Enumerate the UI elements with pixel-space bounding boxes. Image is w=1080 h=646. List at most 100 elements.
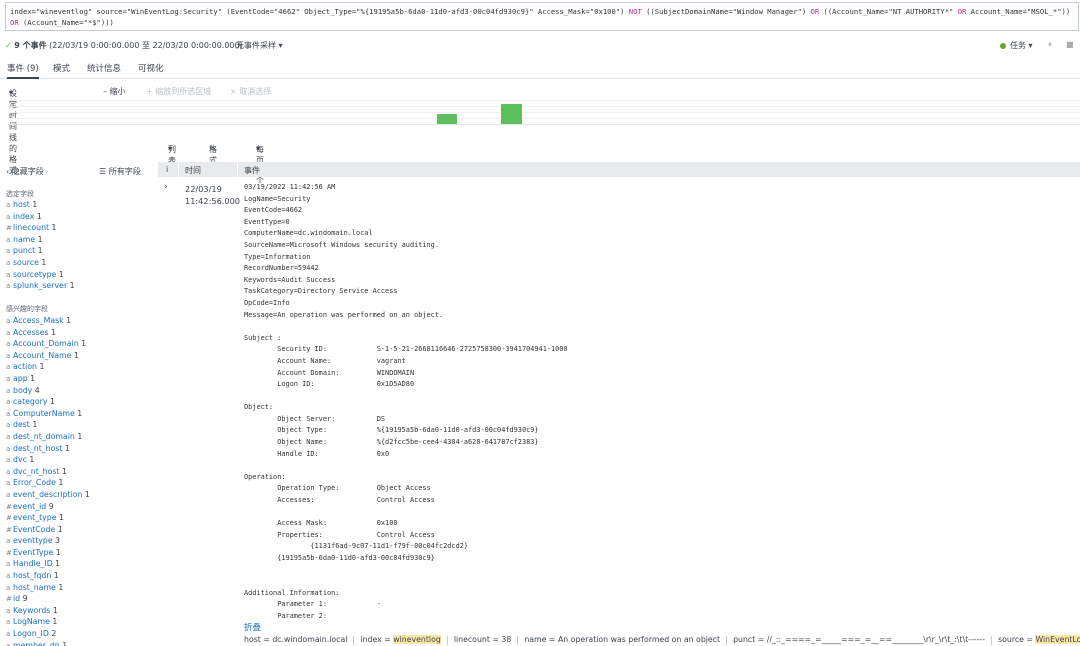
field-item-event-type[interactable]: #event_type 1 bbox=[6, 512, 90, 524]
string-field-icon: a bbox=[6, 456, 11, 465]
field-item-account-domain[interactable]: a Account_Domain 1 bbox=[6, 338, 90, 350]
timeline-chart[interactable] bbox=[8, 100, 1080, 126]
tab-patterns[interactable]: 模式 bbox=[53, 62, 70, 74]
sampling-dropdown[interactable]: 无事件采样 ▾ bbox=[236, 40, 283, 51]
zoom-to-selection-button[interactable]: + 缩放到所选区域 bbox=[146, 86, 211, 97]
field-item-account-name[interactable]: a Account_Name 1 bbox=[6, 350, 90, 362]
pause-icon[interactable]: ⏸ bbox=[1048, 40, 1052, 50]
field-item-punct[interactable]: a punct 1 bbox=[6, 245, 75, 257]
search-term: index="wineventlog" source="WinEventLog:… bbox=[10, 7, 629, 16]
field-item-sourcetype[interactable]: a sourcetype 1 bbox=[6, 269, 75, 281]
all-fields-button[interactable]: ☰ 所有字段 bbox=[99, 166, 141, 177]
search-operator: OR bbox=[810, 7, 820, 16]
tab-statistics[interactable]: 统计信息 bbox=[87, 62, 121, 74]
search-bar[interactable]: index="wineventlog" source="WinEventLog:… bbox=[5, 2, 1079, 31]
hide-fields-button[interactable]: ‹ 隐藏字段 bbox=[6, 166, 44, 177]
field-item-keywords[interactable]: a Keywords 1 bbox=[6, 605, 90, 617]
field-item-splunk-server[interactable]: a splunk_server 1 bbox=[6, 280, 75, 292]
expand-chevron-icon[interactable]: › bbox=[164, 182, 168, 192]
field-item-id[interactable]: #id 9 bbox=[6, 593, 90, 605]
field-item-app[interactable]: a app 1 bbox=[6, 373, 90, 385]
deselect-button[interactable]: × 取消选择 bbox=[230, 86, 271, 97]
field-name: dest bbox=[13, 420, 30, 430]
field-item-linecount[interactable]: #linecount 1 bbox=[6, 222, 75, 234]
numeric-field-icon: # bbox=[6, 514, 12, 523]
field-value[interactable]: dc.windomain.local bbox=[272, 635, 347, 644]
field-item-dvc[interactable]: a dvc 1 bbox=[6, 454, 90, 466]
field-item-logname[interactable]: a LogName 1 bbox=[6, 616, 90, 628]
field-item-dest[interactable]: a dest 1 bbox=[6, 419, 90, 431]
event-field-summary: host = dc.windomain.local index = wineven… bbox=[244, 635, 1080, 646]
caret-down-icon: ▾ bbox=[9, 88, 14, 97]
field-item-name[interactable]: a name 1 bbox=[6, 234, 75, 246]
field-item-error-code[interactable]: a Error_Code 1 bbox=[6, 477, 90, 489]
field-count: 1 bbox=[63, 316, 72, 325]
job-dropdown[interactable]: 任务 ▾ bbox=[1000, 40, 1033, 51]
col-event-header: 事件 bbox=[244, 166, 260, 175]
zoom-out-button[interactable]: – 缩小 bbox=[103, 86, 126, 97]
timeline-bar[interactable] bbox=[436, 114, 458, 124]
tab-visualization[interactable]: 可视化 bbox=[138, 62, 164, 74]
list-icon: ☰ bbox=[99, 167, 107, 176]
field-item-source[interactable]: a source 1 bbox=[6, 257, 75, 269]
field-item-member-dn[interactable]: a member_dn 1 bbox=[6, 640, 90, 646]
column-divider bbox=[178, 162, 179, 177]
field-count: 1 bbox=[56, 269, 64, 279]
field-item-dvc-nt-host[interactable]: a dvc_nt_host 1 bbox=[6, 466, 90, 478]
field-value[interactable]: wineventlog bbox=[393, 635, 441, 644]
tab-events[interactable]: 事件 (9) bbox=[7, 62, 39, 79]
event-clock: 11:42:56.000 bbox=[185, 196, 241, 206]
field-count: 1 bbox=[47, 397, 55, 407]
field-item-host-name[interactable]: a host_name 1 bbox=[6, 582, 90, 594]
field-item-index[interactable]: a index 1 bbox=[6, 211, 75, 223]
field-name: dest_nt_host bbox=[13, 443, 63, 453]
field-item-access-mask[interactable]: a Access_Mask 1 bbox=[6, 315, 90, 327]
search-query[interactable]: index="wineventlog" source="WinEventLog:… bbox=[10, 6, 1074, 28]
field-equals: = bbox=[260, 635, 273, 644]
stop-icon[interactable]: ■ bbox=[1066, 40, 1074, 49]
field-item-action[interactable]: a action 1 bbox=[6, 361, 90, 373]
field-item-logon-id[interactable]: a Logon_ID 2 bbox=[6, 628, 90, 640]
search-status-row: ✓ 9 个事件 (22/03/19 0:00:00.000 至 22/03/20… bbox=[0, 36, 1080, 54]
field-value[interactable]: 38 bbox=[501, 635, 511, 644]
field-count: 1 bbox=[27, 373, 36, 383]
event-time[interactable]: 22/03/19 11:42:56.000 bbox=[185, 183, 240, 207]
field-value[interactable]: An operation was performed on an object bbox=[558, 635, 720, 644]
field-item-eventcode[interactable]: #EventCode 1 bbox=[6, 524, 90, 536]
field-value[interactable]: //_::_====_=_____===_=__==________\r\r_\… bbox=[767, 635, 985, 644]
timeline-gridline bbox=[8, 118, 1080, 119]
field-equals: = bbox=[1023, 635, 1036, 644]
field-item-handle-id[interactable]: a Handle_ID 1 bbox=[6, 558, 90, 570]
field-item-dest-nt-host[interactable]: a dest_nt_host 1 bbox=[6, 443, 90, 455]
field-name: event_id bbox=[13, 501, 47, 511]
field-count: 1 bbox=[38, 257, 47, 267]
field-item-host-fqdn[interactable]: a host_fqdn 1 bbox=[6, 570, 90, 582]
field-item-accesses[interactable]: a Accesses 1 bbox=[6, 327, 90, 339]
caret-down-icon: ▾ bbox=[256, 144, 261, 153]
col-time-header[interactable]: 时间 bbox=[185, 165, 201, 176]
field-item-body[interactable]: a body 4 bbox=[6, 385, 90, 397]
field-count: 1 bbox=[62, 443, 70, 453]
field-item-dest-nt-domain[interactable]: a dest_nt_domain 1 bbox=[6, 431, 90, 443]
field-item-host[interactable]: a host 1 bbox=[6, 199, 75, 211]
field-item-computername[interactable]: a ComputerName 1 bbox=[6, 408, 90, 420]
column-divider bbox=[237, 162, 238, 177]
search-term: Account_Name="MSOL_*")) bbox=[966, 7, 1075, 16]
timeline-gridline bbox=[8, 100, 1080, 101]
field-item-eventtype[interactable]: #EventType 1 bbox=[6, 547, 90, 559]
field-name: EventType bbox=[13, 547, 54, 557]
field-value[interactable]: WinEventLog:Security bbox=[1035, 635, 1080, 644]
field-name: LogName bbox=[13, 617, 50, 627]
string-field-icon: a bbox=[6, 630, 11, 639]
all-fields-label: 所有字段 bbox=[108, 167, 141, 176]
search-term: ((SubjectDomainName="Window Manager") bbox=[641, 7, 811, 16]
collapse-link[interactable]: 折叠 bbox=[244, 621, 261, 633]
field-name: ComputerName bbox=[13, 408, 75, 418]
field-item-eventtype[interactable]: a eventtype 3 bbox=[6, 535, 90, 547]
timeline-bar[interactable] bbox=[501, 104, 522, 124]
field-item-event-description[interactable]: a event_description 1 bbox=[6, 489, 90, 501]
field-item-event-id[interactable]: #event_id 9 bbox=[6, 501, 90, 513]
field-name: dvc_nt_host bbox=[13, 466, 60, 476]
field-item-category[interactable]: a category 1 bbox=[6, 396, 90, 408]
field-count: 1 bbox=[35, 234, 43, 244]
